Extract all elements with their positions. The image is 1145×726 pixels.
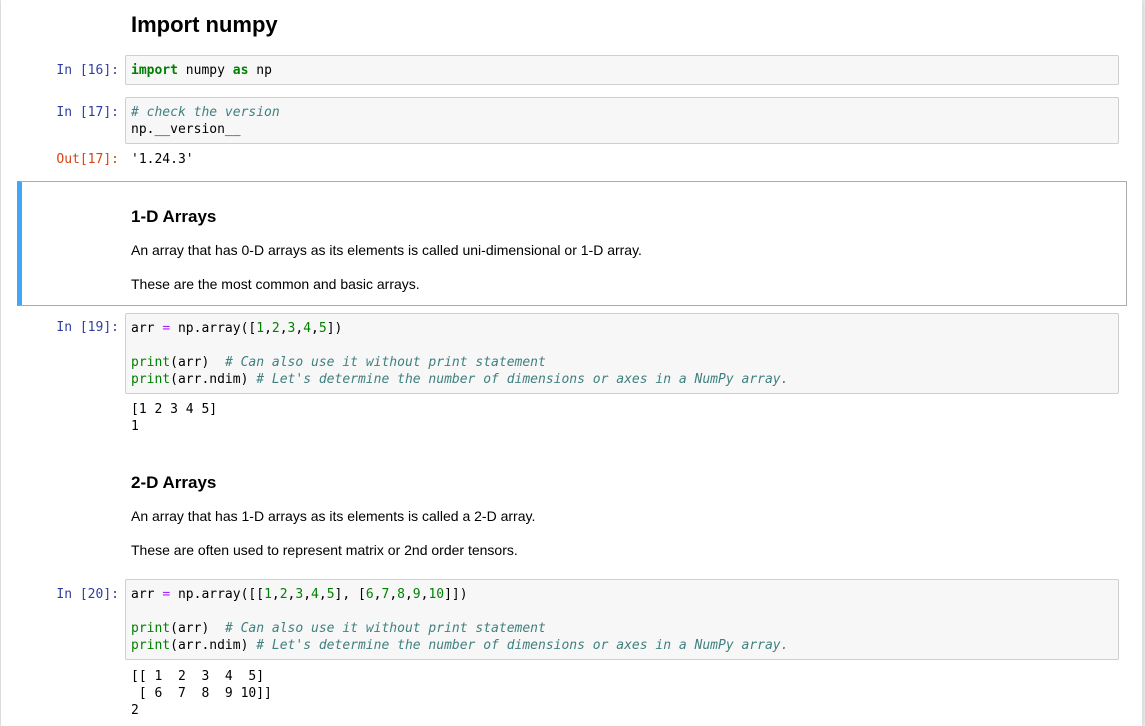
code-text: (arr) <box>170 621 225 636</box>
code-text: , <box>264 321 272 336</box>
code-number: 5 <box>318 321 327 336</box>
code-line: import numpy as np <box>131 62 272 79</box>
notebook-container: Import numpy In [16]: import numpy as np… <box>1 0 1142 726</box>
code-text: , <box>303 587 312 602</box>
output-line: 1 <box>131 419 139 434</box>
keyword-as: as <box>232 63 249 78</box>
output-prompt-17: Out[17]: <box>56 152 119 167</box>
input-prompt-16: In [16]: <box>56 63 119 78</box>
code-line: print(arr) # Can also use it without pri… <box>131 620 546 637</box>
code-line: np.__version__ <box>131 121 241 138</box>
code-number: 9 <box>412 587 421 602</box>
code-builtin: print <box>131 638 171 653</box>
code-text: arr <box>131 587 163 602</box>
output-line: [1 2 3 4 5] <box>131 402 218 417</box>
code-text: , <box>279 321 288 336</box>
input-prompt-19: In [19]: <box>56 320 119 335</box>
code-number: 10 <box>428 587 445 602</box>
code-line: print(arr.ndim) # Let's determine the nu… <box>131 371 788 388</box>
code-line: print(arr.ndim) # Let's determine the nu… <box>131 637 788 654</box>
code-line: # check the version <box>131 104 280 121</box>
output-value: '1.24.3' <box>131 152 194 167</box>
code-text: , <box>318 587 327 602</box>
code-number: 1 <box>256 321 265 336</box>
paragraph-2d-matrix: These are often used to represent matrix… <box>131 542 518 558</box>
code-text: np.__version__ <box>131 122 241 137</box>
module-name: numpy <box>177 63 233 78</box>
code-cell-19[interactable]: arr = np.array([1,2,3,4,5]) print(arr) #… <box>125 313 1119 394</box>
code-text: np.array([ <box>170 321 257 336</box>
output-line: [ 6 7 8 9 10]] <box>131 686 272 701</box>
code-operator: = <box>162 321 171 336</box>
code-line: print(arr) # Can also use it without pri… <box>131 354 546 371</box>
code-number: 6 <box>365 587 374 602</box>
code-number: 2 <box>271 321 280 336</box>
code-number: 8 <box>397 587 405 602</box>
output-line: [[ 1 2 3 4 5] <box>131 669 265 684</box>
paragraph-2d-desc: An array that has 1-D arrays as its elem… <box>131 508 536 524</box>
code-text: (arr.ndim) <box>170 638 257 653</box>
code-text: ], [ <box>334 587 366 602</box>
paragraph-1d-common: These are the most common and basic arra… <box>131 276 420 292</box>
code-text: , <box>389 587 398 602</box>
code-builtin: print <box>131 355 171 370</box>
code-text: , <box>271 587 280 602</box>
heading-import-numpy: Import numpy <box>131 12 278 37</box>
code-line: arr = np.array([[1,2,3,4,5], [6,7,8,9,10… <box>131 586 468 603</box>
code-builtin: print <box>131 621 171 636</box>
code-comment: # Let's determine the number of dimensio… <box>256 372 789 387</box>
code-number: 5 <box>326 587 335 602</box>
keyword-import: import <box>131 63 178 78</box>
paragraph-1d-desc: An array that has 0-D arrays as its elem… <box>131 242 642 258</box>
alias-name: np <box>248 63 272 78</box>
code-builtin: print <box>131 372 171 387</box>
code-cell-17[interactable]: # check the version np.__version__ <box>125 97 1119 144</box>
heading-1d-arrays: 1-D Arrays <box>131 207 217 226</box>
code-number: 4 <box>311 587 319 602</box>
code-text: arr <box>131 321 163 336</box>
code-comment: # check the version <box>131 105 280 120</box>
code-line: arr = np.array([1,2,3,4,5]) <box>131 320 342 337</box>
code-comment: # Let's determine the number of dimensio… <box>256 638 789 653</box>
code-comment: # Can also use it without print statemen… <box>224 355 546 370</box>
code-text: ]) <box>326 321 343 336</box>
heading-2d-arrays: 2-D Arrays <box>131 473 217 492</box>
input-prompt-20: In [20]: <box>56 587 119 602</box>
code-operator: = <box>162 587 171 602</box>
input-prompt-17: In [17]: <box>56 105 119 120</box>
code-number: 4 <box>303 321 312 336</box>
code-text: ]]) <box>444 587 468 602</box>
output-line: 2 <box>131 703 139 718</box>
code-text: (arr) <box>170 355 225 370</box>
code-number: 1 <box>264 587 272 602</box>
code-number: 2 <box>279 587 288 602</box>
code-comment: # Can also use it without print statemen… <box>224 621 546 636</box>
code-cell-20[interactable]: arr = np.array([[1,2,3,4,5], [6,7,8,9,10… <box>125 579 1119 660</box>
code-text: (arr.ndim) <box>170 372 257 387</box>
code-text: , <box>404 587 413 602</box>
code-text: np.array([[ <box>170 587 265 602</box>
code-text: , <box>311 321 319 336</box>
code-cell-16[interactable]: import numpy as np <box>125 55 1119 85</box>
